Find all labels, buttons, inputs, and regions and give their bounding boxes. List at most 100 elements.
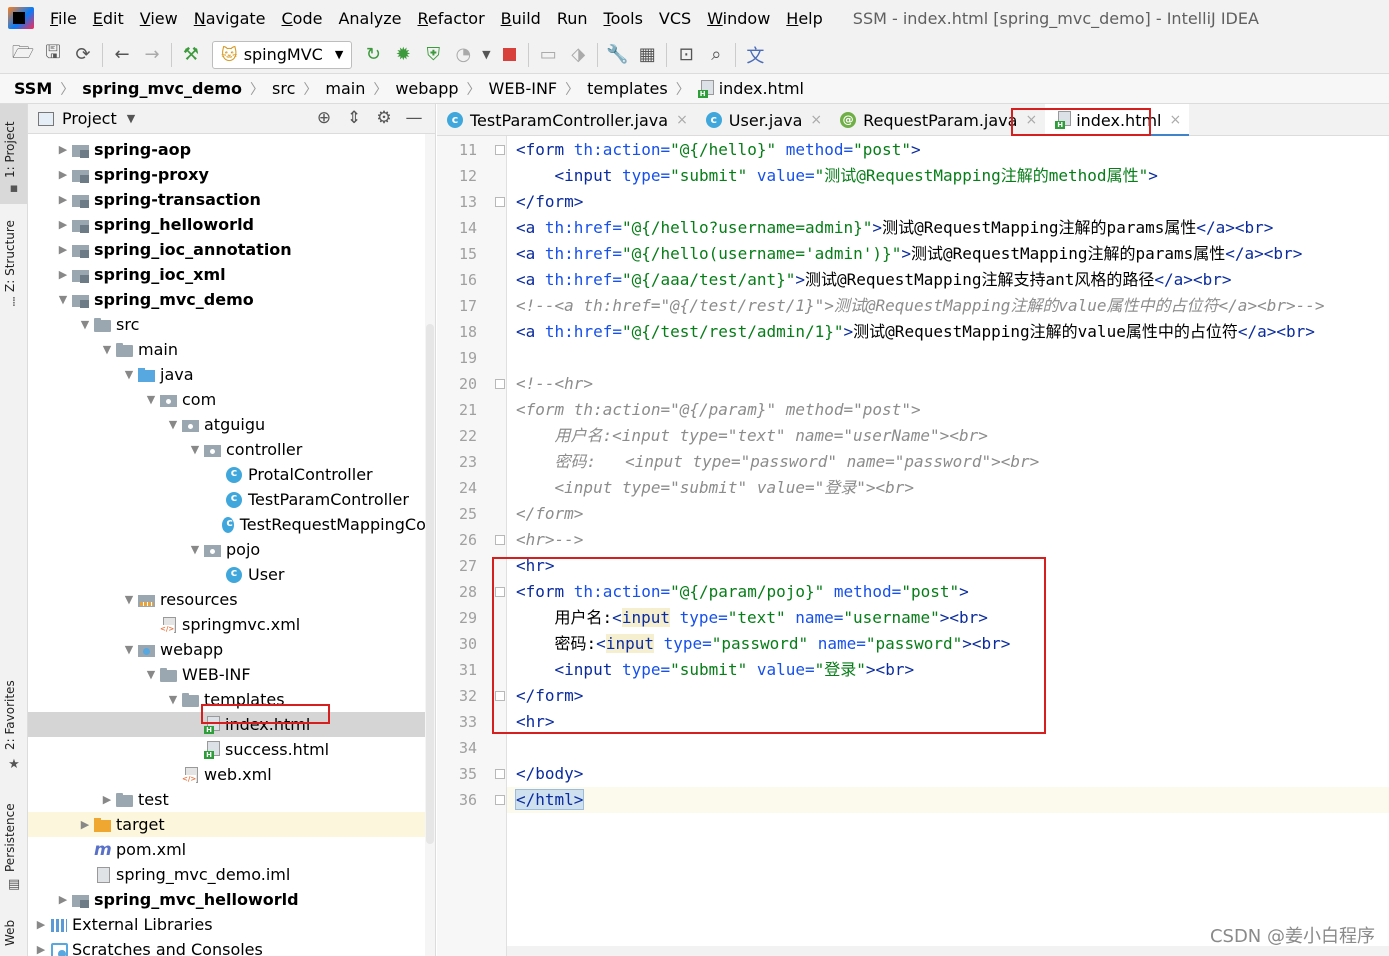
close-icon[interactable]: × — [1170, 112, 1182, 128]
breadcrumb-item[interactable]: SSM — [14, 79, 52, 98]
expand-arrow-icon[interactable]: ▶ — [54, 893, 72, 906]
collapse-arrow-icon[interactable]: ▼ — [186, 443, 204, 456]
editor-tab[interactable]: c TestParamController.java × — [437, 104, 696, 136]
code-line[interactable]: </form> — [507, 189, 1389, 215]
expand-arrow-icon[interactable]: ▶ — [98, 793, 116, 806]
code-line[interactable]: <a th:href="@{/hello(username='admin')}"… — [507, 241, 1389, 267]
expand-arrow-icon[interactable]: ▶ — [76, 818, 94, 831]
expand-arrow-icon[interactable]: ▶ — [54, 218, 72, 231]
collapse-arrow-icon[interactable]: ▼ — [142, 393, 160, 406]
collapse-arrow-icon[interactable]: ▼ — [142, 668, 160, 681]
collapse-all-icon[interactable]: ⇕ — [339, 108, 369, 128]
collapse-arrow-icon[interactable]: ▼ — [164, 418, 182, 431]
project-tool-tab[interactable]: 1: Project — [3, 121, 17, 178]
collapse-arrow-icon[interactable]: ▼ — [54, 293, 72, 306]
code-line[interactable]: </body> — [507, 761, 1389, 787]
fold-marker-icon[interactable] — [495, 795, 505, 805]
code-line[interactable]: <a th:href="@{/test/rest/admin/1}">测试@Re… — [507, 319, 1389, 345]
persistence-tool-tab[interactable]: Persistence — [3, 803, 17, 872]
expand-arrow-icon[interactable]: ▶ — [32, 943, 50, 956]
forward-arrow-icon[interactable]: → — [137, 40, 167, 70]
tree-item[interactable]: ▶ spring_mvc_helloworld — [28, 887, 435, 912]
run-with-coverage-icon[interactable]: ⛨ — [418, 40, 448, 70]
tree-item[interactable]: ▼ atguigu — [28, 412, 435, 437]
gear-icon[interactable]: ⚙ — [369, 108, 399, 128]
back-arrow-icon[interactable]: ← — [107, 40, 137, 70]
collapse-arrow-icon[interactable]: ▼ — [186, 543, 204, 556]
tree-item[interactable]: TestParamController — [28, 487, 435, 512]
breadcrumb-item[interactable]: index.html — [697, 79, 804, 98]
code-line[interactable] — [507, 345, 1389, 371]
code-line[interactable]: <input type="submit" value="登录"><br> — [507, 475, 1389, 501]
tree-item[interactable]: m pom.xml — [28, 837, 435, 862]
close-icon[interactable]: × — [810, 112, 822, 128]
collapse-arrow-icon[interactable]: ▼ — [120, 368, 138, 381]
menu-edit[interactable]: Edit — [85, 9, 132, 28]
tree-item[interactable]: ▼ com — [28, 387, 435, 412]
fold-marker-icon[interactable] — [495, 535, 505, 545]
collapse-arrow-icon[interactable]: ▼ — [98, 343, 116, 356]
close-icon[interactable]: × — [676, 112, 688, 128]
code-line[interactable]: <!--<a th:href="@{/test/rest/1}">测试@Requ… — [507, 293, 1389, 319]
collapse-arrow-icon[interactable]: ▼ — [120, 643, 138, 656]
tree-item[interactable]: ▶ spring_ioc_xml — [28, 262, 435, 287]
terminal-icon[interactable]: ⊡ — [671, 40, 701, 70]
menu-help[interactable]: Help — [778, 9, 830, 28]
structure-tool-tab[interactable]: Z: Structure — [3, 220, 17, 292]
tree-item[interactable]: ▶ test — [28, 787, 435, 812]
tree-scrollbar[interactable] — [425, 134, 435, 956]
debug-bug-icon[interactable]: ✹ — [388, 40, 418, 70]
tree-item[interactable]: ▶ target — [28, 812, 435, 837]
open-folder-icon[interactable]: 🗁 — [8, 40, 38, 70]
tree-item[interactable]: ▼ src — [28, 312, 435, 337]
locate-target-icon[interactable]: ⊕ — [309, 108, 339, 128]
chevron-down-icon[interactable]: ▼ — [127, 112, 135, 125]
breadcrumb-item[interactable]: WEB-INF — [489, 79, 558, 98]
menu-navigate[interactable]: Navigate — [186, 9, 274, 28]
code-editor[interactable]: <form th:action="@{/hello}" method="post… — [507, 136, 1389, 956]
menu-tools[interactable]: Tools — [596, 9, 651, 28]
tree-item[interactable]: ▼ java — [28, 362, 435, 387]
search-icon[interactable]: ⌕ — [701, 40, 731, 70]
run-config-selector[interactable]: 🐱 spingMVC ▼ — [212, 40, 353, 69]
code-line[interactable] — [507, 735, 1389, 761]
menu-window[interactable]: Window — [699, 9, 778, 28]
breadcrumb-item[interactable]: main — [325, 79, 365, 98]
tree-item[interactable]: ▶ spring_helloworld — [28, 212, 435, 237]
web-tool-tab[interactable]: Web — [3, 920, 17, 946]
tree-item[interactable]: ProtalController — [28, 462, 435, 487]
tree-item[interactable]: success.html — [28, 737, 435, 762]
tree-item[interactable]: ▶ spring-transaction — [28, 187, 435, 212]
tree-item[interactable]: spring_mvc_demo.iml — [28, 862, 435, 887]
settings-wrench-icon[interactable]: 🔧 — [602, 40, 632, 70]
project-structure-icon[interactable]: ▦ — [632, 40, 662, 70]
code-line[interactable]: </form> — [507, 501, 1389, 527]
tree-item[interactable]: ▶ spring_ioc_annotation — [28, 237, 435, 262]
code-line[interactable]: <a th:href="@{/hello?username=admin}">测试… — [507, 215, 1389, 241]
sync-icon[interactable]: ⟳ — [68, 40, 98, 70]
favorites-tool-tab[interactable]: 2: Favorites — [3, 680, 17, 750]
menu-refactor[interactable]: Refactor — [410, 9, 493, 28]
tree-item[interactable]: web.xml — [28, 762, 435, 787]
collapse-arrow-icon[interactable]: ▼ — [76, 318, 94, 331]
expand-arrow-icon[interactable]: ▶ — [32, 918, 50, 931]
tree-item[interactable]: ▼ WEB-INF — [28, 662, 435, 687]
code-line[interactable]: <a th:href="@{/aaa/test/ant}">测试@Request… — [507, 267, 1389, 293]
rerun-icon[interactable]: ↻ — [358, 40, 388, 70]
code-line[interactable]: 密码: <input type="password" name="passwor… — [507, 449, 1389, 475]
tree-item[interactable]: ▶ spring-aop — [28, 137, 435, 162]
menu-code[interactable]: Code — [274, 9, 331, 28]
menu-vcs[interactable]: VCS — [651, 9, 699, 28]
code-line[interactable]: <form th:action="@{/hello}" method="post… — [507, 137, 1389, 163]
collapse-arrow-icon[interactable]: ▼ — [164, 693, 182, 706]
deploy-icon[interactable]: ▭ — [533, 40, 563, 70]
tree-item[interactable]: ▶ Scratches and Consoles — [28, 937, 435, 956]
code-line[interactable]: </html> — [507, 787, 1389, 813]
tree-item[interactable]: TestRequestMappingCon — [28, 512, 435, 537]
breadcrumb-item[interactable]: webapp — [395, 79, 458, 98]
menu-run[interactable]: Run — [549, 9, 596, 28]
tree-item[interactable]: ▶ External Libraries — [28, 912, 435, 937]
expand-arrow-icon[interactable]: ▶ — [54, 268, 72, 281]
fold-marker-icon[interactable] — [495, 197, 505, 207]
tree-item[interactable]: ▼ pojo — [28, 537, 435, 562]
